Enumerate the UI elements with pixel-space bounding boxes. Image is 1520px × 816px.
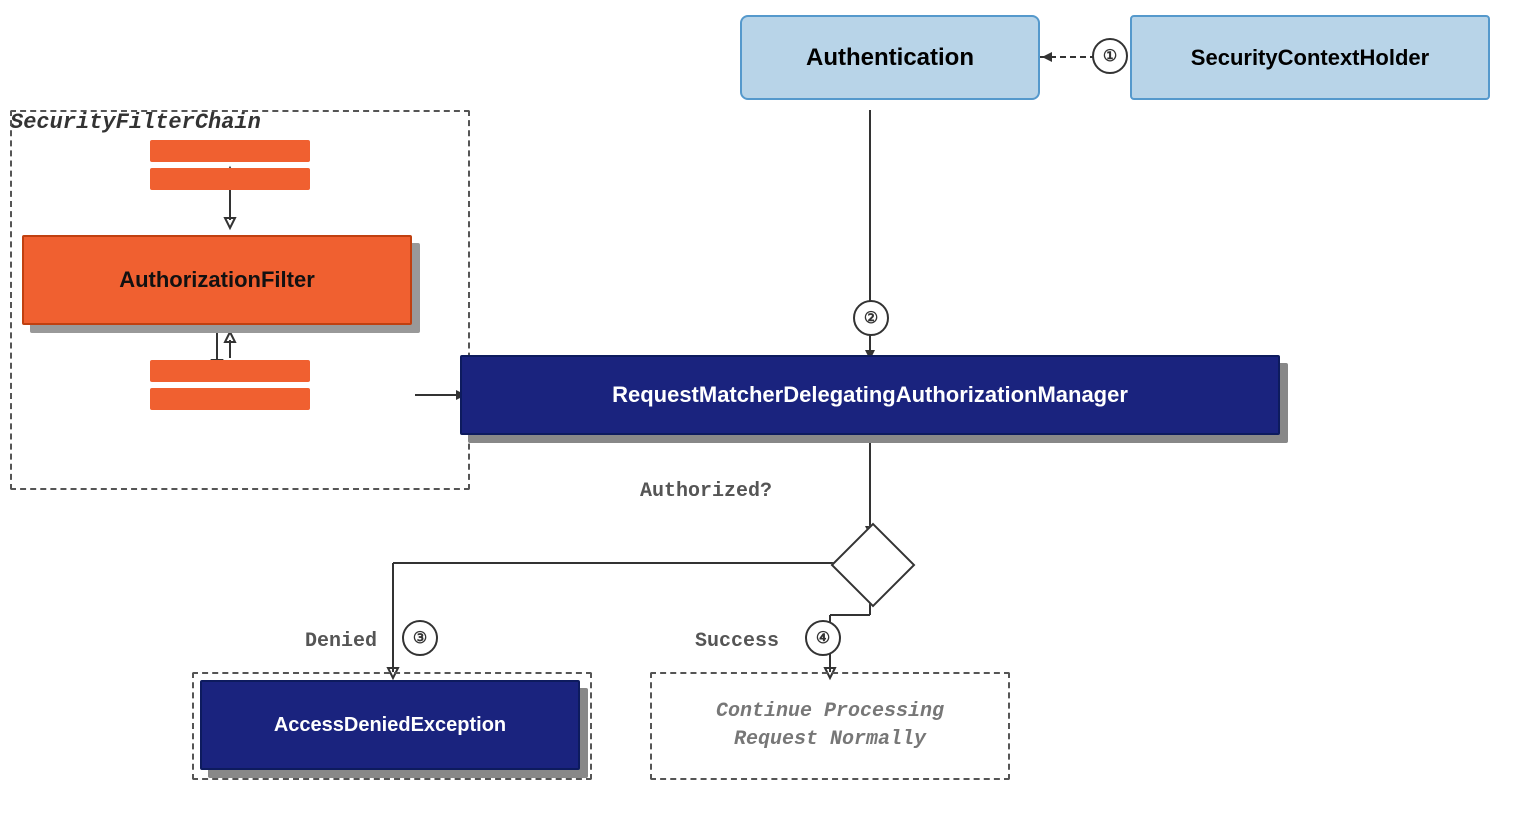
authentication-node: Authentication — [740, 15, 1040, 100]
decision-diamond — [831, 523, 916, 608]
step-1-circle: ① — [1092, 38, 1128, 74]
bottom-filter-bars — [150, 360, 310, 410]
step-3-circle: ③ — [402, 620, 438, 656]
rmdm-node: RequestMatcherDelegatingAuthorizationMan… — [460, 355, 1280, 435]
step-4-circle: ④ — [805, 620, 841, 656]
access-denied-inner: AccessDeniedException — [200, 680, 580, 770]
filter-bar-3 — [150, 360, 310, 382]
authentication-label: Authentication — [806, 44, 974, 72]
authorized-label: Authorized? — [640, 480, 772, 503]
continue-processing-label: Continue Processing Request Normally — [716, 698, 944, 754]
access-denied-node: AccessDeniedException — [200, 680, 580, 770]
authorization-filter-inner: AuthorizationFilter — [22, 235, 412, 325]
denied-label: Denied — [305, 630, 377, 653]
filter-bar-2 — [150, 168, 310, 190]
authorization-filter-label: AuthorizationFilter — [119, 267, 315, 293]
filter-bar-4 — [150, 388, 310, 410]
access-denied-label: AccessDeniedException — [274, 714, 506, 737]
step-2-circle: ② — [853, 300, 889, 336]
security-context-holder-label: SecurityContextHolder — [1191, 45, 1429, 71]
authorization-filter-node: AuthorizationFilter — [22, 235, 412, 325]
diagram-container: SecurityFilterChain AuthorizationFilter … — [0, 0, 1520, 816]
top-filter-bars — [150, 140, 310, 190]
security-context-holder-node: SecurityContextHolder — [1130, 15, 1490, 100]
success-label: Success — [695, 630, 779, 653]
rmdm-inner: RequestMatcherDelegatingAuthorizationMan… — [460, 355, 1280, 435]
rmdm-label: RequestMatcherDelegatingAuthorizationMan… — [612, 382, 1128, 408]
continue-processing-outer: Continue Processing Request Normally — [650, 672, 1010, 780]
filter-bar-1 — [150, 140, 310, 162]
